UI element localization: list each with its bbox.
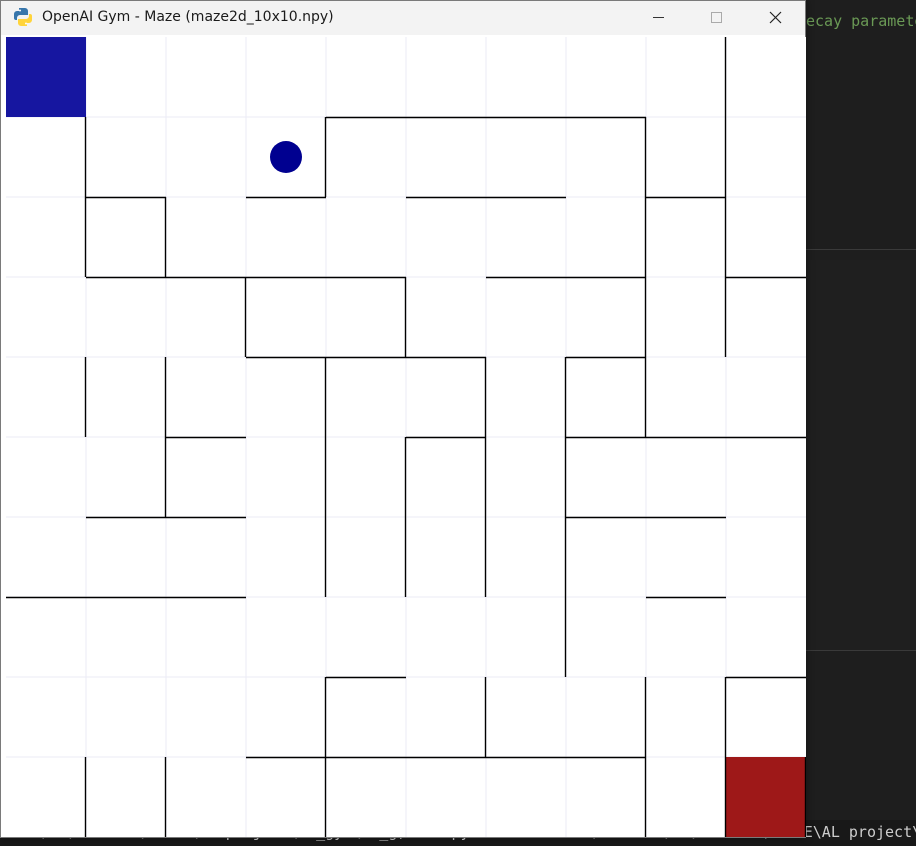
python-icon <box>13 7 33 27</box>
close-button[interactable] <box>753 1 799 35</box>
window-titlebar[interactable]: OpenAI Gym - Maze (maze2d_10x10.npy) <box>1 1 805 35</box>
minimize-button[interactable] <box>635 1 681 35</box>
goal-cell <box>726 757 806 837</box>
background-panel <box>806 260 916 650</box>
maze-window[interactable]: OpenAI Gym - Maze (maze2d_10x10.npy) <box>0 0 806 838</box>
background-code-comment: ecay paramete <box>806 12 916 30</box>
window-title: OpenAI Gym - Maze (maze2d_10x10.npy) <box>42 9 334 25</box>
maximize-button[interactable] <box>694 1 740 35</box>
maze-canvas[interactable] <box>6 37 806 837</box>
background-divider <box>806 249 916 250</box>
robot-marker <box>270 141 302 173</box>
background-divider <box>806 650 916 651</box>
entrance-cell <box>6 37 86 117</box>
